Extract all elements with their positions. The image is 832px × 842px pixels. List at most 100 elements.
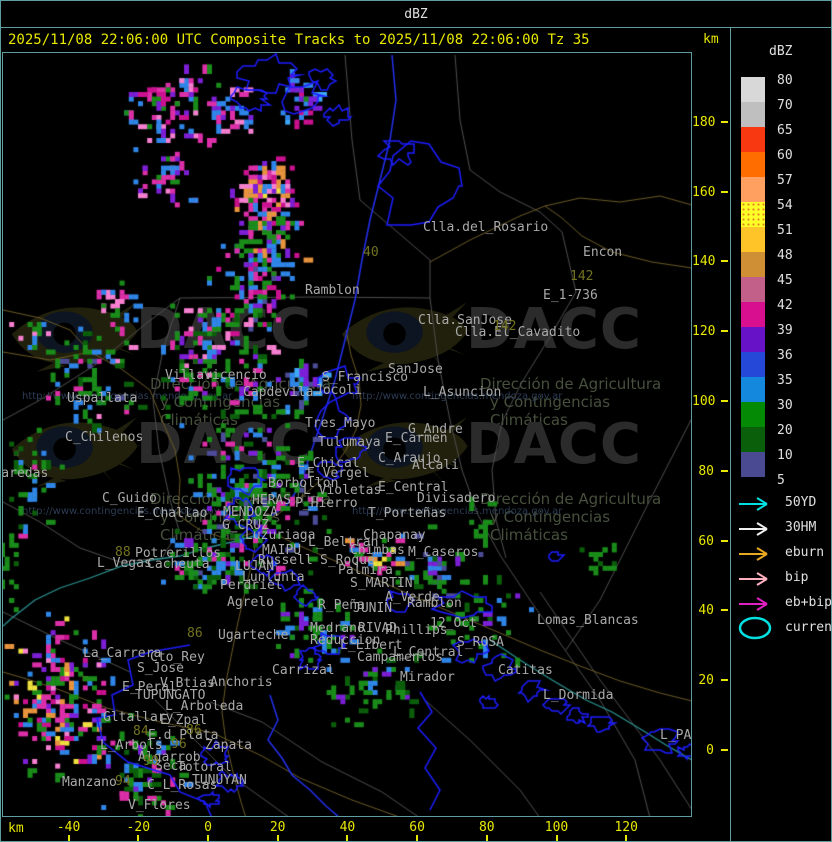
road-number-label: 40: [363, 245, 379, 260]
colorbar-swatch: [741, 427, 765, 452]
current-ellipse-icon: [738, 616, 772, 640]
road-number-label: 84: [133, 724, 149, 739]
colorbar-label: 30: [777, 398, 793, 413]
legend-row-bip: bip: [737, 571, 808, 597]
y-axis-tick-label: 80: [698, 463, 714, 479]
city-label: Alcali: [412, 458, 459, 473]
x-axis-tick: [416, 835, 419, 841]
city-label: Ramblon: [407, 596, 462, 611]
road-number-label: 142: [570, 269, 594, 284]
city-label: Catitas: [498, 663, 553, 678]
city-label: L_Arboleda: [165, 699, 244, 714]
city-label: Luzuriaga: [245, 528, 316, 543]
colorbar-panel: dBZ 80 70 65 60 57 54 51 48 45 42 39 36 35 30 20 10 5 50…: [731, 28, 832, 842]
colorbar-label: 5: [777, 473, 785, 488]
30HM-arrow-icon: [739, 522, 768, 536]
colorbar-swatch: [741, 277, 765, 302]
y-axis-tick: [721, 609, 728, 612]
x-axis-tick-label: 120: [614, 820, 638, 835]
colorbar-swatch: [741, 77, 765, 102]
city-label: L_PAZ: [660, 728, 692, 743]
city-label: Cacheuta: [147, 557, 210, 572]
city-label: Capdevila: [243, 385, 314, 400]
colorbar-label: 51: [777, 223, 793, 238]
y-axis-tick: [721, 469, 728, 472]
50YD-arrow-icon: [739, 497, 768, 511]
x-axis-tick: [485, 835, 488, 841]
legend-row-eburn: eburn: [737, 546, 824, 572]
y-axis-tick: [721, 120, 728, 123]
colorbar-swatch: [741, 402, 765, 427]
y-axis-tick-label: 20: [698, 673, 714, 689]
y-axis-tick-label: 180: [692, 114, 716, 130]
x-axis-tick-label: 20: [269, 820, 286, 835]
bip-arrow-icon: [739, 572, 768, 586]
road-number-label: 142: [493, 319, 517, 334]
eburn-arrow-icon: [739, 547, 768, 561]
window-title: dBZ: [404, 6, 428, 22]
colorbar-swatch: [741, 202, 765, 227]
road-number-label: 94: [115, 774, 131, 789]
city-label: Polvaredas: [2, 466, 49, 481]
colorbar-swatch: [741, 252, 765, 277]
colorbar-swatch: [741, 152, 765, 177]
colorbar-label: 36: [777, 348, 793, 363]
city-label: V_Flores: [128, 798, 191, 813]
city-label: T_Porteñas: [368, 506, 447, 521]
y-axis-tick: [721, 679, 728, 682]
colorbar-swatch: [741, 102, 765, 127]
x-axis-tick-label: 60: [409, 820, 425, 835]
city-label: Agrelo: [227, 595, 274, 610]
colorbar-label: 65: [777, 123, 793, 138]
y-axis-tick-label: 120: [692, 324, 716, 340]
x-axis-tick: [625, 835, 628, 841]
radar-app-window: dBZ 2025/11/08 22:06:00 UTC Composite Tr…: [0, 0, 832, 842]
city-label: Anchoris: [210, 675, 273, 690]
city-label: C_L_Rosas: [147, 778, 218, 793]
city-label: S_MARTIN: [350, 576, 413, 591]
window-titlebar[interactable]: dBZ: [0, 0, 832, 28]
y-axis-tick: [721, 190, 728, 193]
city-label: Carrizal: [272, 663, 335, 678]
city-label: Campamentos: [357, 650, 444, 665]
timeline-status-text: 2025/11/08 22:06:00 UTC Composite Tracks…: [8, 32, 590, 48]
y-axis-tick-label: 0: [706, 743, 714, 758]
x-axis-tick: [67, 835, 70, 841]
colorbar-label: 20: [777, 423, 793, 438]
colorbar-label: 70: [777, 98, 793, 113]
x-axis-unit-label: km: [8, 821, 24, 836]
eb+bip-arrow-icon: [739, 597, 768, 611]
legend-row-current: current: [737, 616, 832, 647]
y-axis-tick: [721, 330, 728, 333]
legend-label: bip: [785, 570, 809, 585]
city-label: M_Caseros: [408, 545, 479, 560]
road-number-label: 96: [171, 737, 187, 752]
city-label: E_Challao: [137, 506, 208, 521]
colorbar-swatch: [741, 352, 765, 377]
x-axis-tick-label: -40: [56, 820, 81, 835]
city-label: L_Dormida: [543, 688, 614, 703]
city-label: S_ROSA: [457, 635, 504, 650]
road-number-label: 86: [187, 626, 203, 641]
colorbar-swatch: [741, 177, 765, 202]
city-label: E_Carmen: [385, 431, 448, 446]
legend-label: eb+bip: [785, 595, 832, 610]
y-axis-tick-label: 100: [692, 394, 716, 409]
y-axis-tick: [721, 400, 728, 402]
city-label: L_Asuncion: [423, 385, 502, 400]
legend-label: 50YD: [785, 495, 817, 510]
x-axis-tick-label: -20: [126, 820, 151, 835]
colorbar-swatch: [741, 377, 765, 402]
city-label: Perdriel: [220, 578, 283, 593]
city-label: Manzano: [62, 775, 117, 790]
x-axis-tick-label: 80: [478, 820, 495, 835]
city-label: Clla.del_Rosario: [423, 220, 549, 235]
x-axis-tick-label: 40: [339, 820, 356, 835]
x-axis-tick: [207, 835, 209, 841]
legend-row-30HM: 30HM: [737, 521, 816, 547]
legend-row-50YD: 50YD: [737, 496, 816, 522]
colorbar-swatch: [741, 227, 765, 252]
radar-map-viewport[interactable]: DACCDirección de Agriculturay Contingenc…: [2, 52, 692, 817]
city-label: C_Chilenos: [65, 430, 144, 445]
x-axis-tick-label: 0: [204, 820, 212, 835]
